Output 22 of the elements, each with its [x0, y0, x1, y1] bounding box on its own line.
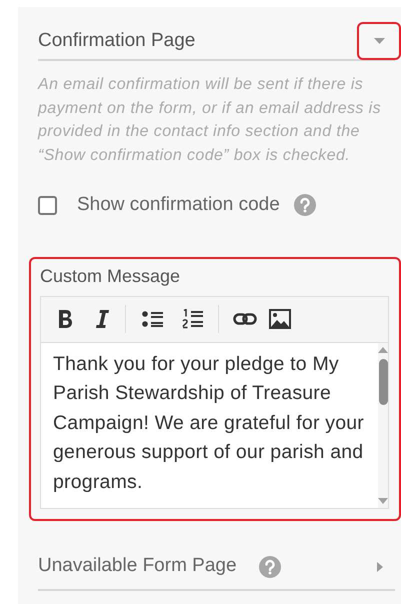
- help-icon[interactable]: [294, 194, 316, 216]
- caret-icon[interactable]: [377, 562, 383, 572]
- description-text: An email confirmation will be sent if there is payment on the form, or if an email address is provided in the contact info section and the “Show confirmation code” box is checked.: [38, 75, 382, 166]
- scroll-down-icon[interactable]: [378, 498, 388, 504]
- scrollbar[interactable]: [378, 342, 388, 508]
- bold-icon[interactable]: [57, 309, 75, 329]
- scroll-up-icon[interactable]: [378, 346, 388, 352]
- rich-text-editor[interactable]: Thank you for your pledge to My Parish Stewardship of Treasure Campaign! We are grateful for your generous support of our parish and programs.: [40, 296, 389, 508]
- message-text: Thank you for your pledge to My Parish Stewardship of Treasure Campaign! We are grateful for your generous support of our parish and programs.: [52, 352, 366, 494]
- section-title: Confirmation Page: [38, 28, 196, 53]
- help-icon[interactable]: [258, 556, 281, 578]
- field-label: Custom Message: [40, 264, 182, 288]
- link-icon[interactable]: [233, 313, 257, 325]
- italic-icon[interactable]: [95, 309, 109, 329]
- caret-icon[interactable]: [374, 38, 384, 44]
- scrollbar-thumb[interactable]: [378, 358, 388, 404]
- section-title: Unavailable Form Page: [38, 554, 237, 578]
- bullet-list-icon[interactable]: [142, 310, 164, 328]
- numbered-list-icon[interactable]: [182, 309, 204, 329]
- checkbox-label: Show confirmation code: [77, 193, 280, 217]
- image-icon[interactable]: [269, 309, 291, 329]
- checkbox[interactable]: [38, 196, 57, 215]
